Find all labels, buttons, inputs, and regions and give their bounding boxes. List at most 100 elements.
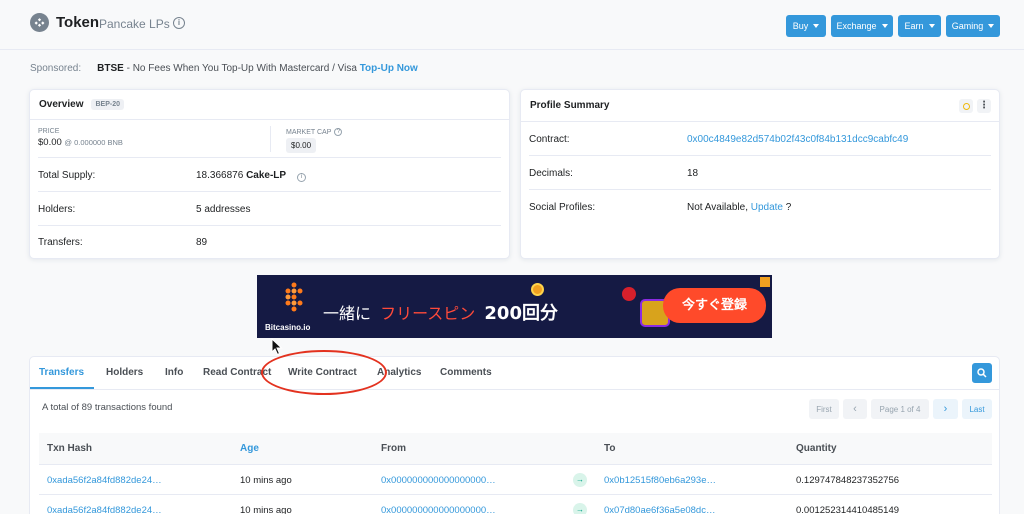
market-cap-label: MARKET CAP bbox=[286, 128, 332, 136]
tabs-divider bbox=[30, 389, 999, 390]
total-supply-label: Total Supply: bbox=[38, 170, 96, 181]
page-header: Token Pancake LPs i Buy Exchange Earn Ga… bbox=[0, 0, 1024, 50]
sponsor-brand: BTSE bbox=[97, 63, 124, 74]
chevron-down-icon bbox=[813, 24, 820, 28]
from-address-link[interactable]: 0x000000000000000000… bbox=[381, 475, 496, 486]
exchange-menu-label: Exchange bbox=[836, 21, 877, 31]
buy-menu-button[interactable]: Buy bbox=[786, 15, 826, 37]
txn-hash-link[interactable]: 0xada56f2a84fd882de24… bbox=[47, 475, 162, 486]
col-age[interactable]: Age bbox=[240, 443, 259, 454]
active-tab-indicator bbox=[30, 387, 94, 389]
last-page-button[interactable]: Last bbox=[962, 399, 992, 419]
mouse-cursor-icon bbox=[271, 337, 283, 359]
earn-menu-label: Earn bbox=[904, 21, 924, 31]
to-address-link[interactable]: 0x07d80ae6f36a5e08dc… bbox=[604, 505, 715, 514]
token-tabs-card: Transfers Holders Info Read Contract Wri… bbox=[29, 356, 1000, 514]
token-standard-badge: BEP-20 bbox=[91, 99, 124, 110]
more-options-icon[interactable]: ⋮ bbox=[977, 99, 991, 113]
market-cap-value: $0.00 bbox=[286, 138, 317, 153]
tab-info[interactable]: Info bbox=[165, 367, 183, 378]
earn-menu-button[interactable]: Earn bbox=[898, 15, 941, 37]
gaming-menu-button[interactable]: Gaming bbox=[946, 15, 1000, 37]
arrow-right-icon: → bbox=[573, 473, 587, 487]
holders-label: Holders: bbox=[38, 204, 76, 215]
chevron-down-icon bbox=[988, 24, 995, 28]
social-profiles-value: Not Available, bbox=[687, 202, 748, 213]
settings-icon[interactable] bbox=[959, 99, 973, 113]
ad-choices-icon[interactable] bbox=[760, 277, 770, 287]
token-logo-icon bbox=[30, 13, 49, 32]
price-label: PRICE bbox=[38, 128, 60, 135]
transfers-value: 89 bbox=[196, 237, 208, 248]
profile-header: Profile Summary bbox=[521, 90, 999, 122]
total-supply-row: Total Supply: 18.366876 Cake-LP i bbox=[38, 158, 501, 192]
col-quantity: Quantity bbox=[796, 443, 837, 454]
col-txn-hash: Txn Hash bbox=[47, 443, 93, 454]
buy-menu-label: Buy bbox=[792, 21, 809, 31]
arrow-right-icon: → bbox=[573, 503, 587, 514]
contract-address-link[interactable]: 0x00c4849e82d574b02f43c0f84b131dcc9cabfc… bbox=[687, 134, 908, 145]
coin-icon bbox=[531, 283, 544, 296]
ad-banner[interactable]: Bitcasino.io 一緒に フリースピン 200回分 今すぐ登録 bbox=[257, 275, 772, 338]
total-supply-value: 18.366876 bbox=[196, 170, 244, 181]
search-button[interactable] bbox=[972, 363, 992, 383]
question-icon[interactable]: ? bbox=[334, 128, 343, 136]
chevron-down-icon bbox=[928, 24, 935, 28]
holders-row: Holders: 5 addresses bbox=[38, 192, 501, 226]
transfers-row: Transfers: 89 bbox=[38, 226, 501, 258]
sponsor-text: - No Fees When You Top-Up With Mastercar… bbox=[123, 63, 360, 74]
info-icon[interactable]: i bbox=[296, 173, 306, 182]
contract-label: Contract: bbox=[529, 134, 570, 145]
social-profiles-row: Social Profiles: Not Available, Update ? bbox=[529, 190, 991, 224]
total-supply-unit: Cake-LP bbox=[246, 170, 287, 181]
ad-cta-button[interactable]: 今すぐ登録 bbox=[663, 288, 766, 323]
bitcasino-logo-icon bbox=[279, 281, 309, 320]
ad-text-freespin: フリースピン bbox=[380, 304, 476, 323]
txn-age: 10 mins ago bbox=[240, 475, 292, 486]
price-divider bbox=[270, 126, 271, 152]
gaming-menu-label: Gaming bbox=[951, 21, 984, 31]
txn-age: 10 mins ago bbox=[240, 505, 292, 514]
price-block: PRICE $0.00 @ 0.000000 BNB bbox=[38, 128, 123, 148]
profile-summary-card: Profile Summary ⋮ Contract: 0x00c4849e82… bbox=[520, 89, 1000, 259]
prev-page-button[interactable]: ‹ bbox=[843, 399, 867, 419]
update-link[interactable]: Update bbox=[751, 202, 783, 213]
holders-value: 5 addresses bbox=[196, 204, 251, 215]
next-page-button[interactable]: › bbox=[933, 399, 958, 419]
sponsor-link[interactable]: Top-Up Now bbox=[360, 63, 418, 74]
col-to: To bbox=[604, 443, 616, 454]
info-icon[interactable]: i bbox=[173, 17, 185, 29]
profile-title: Profile Summary bbox=[530, 100, 610, 111]
first-page-button[interactable]: First bbox=[809, 399, 839, 419]
overview-header: Overview BEP-20 bbox=[30, 90, 509, 120]
decimals-value: 18 bbox=[687, 168, 699, 179]
social-profiles-label: Social Profiles: bbox=[529, 202, 596, 213]
ad-text-count: 200回分 bbox=[484, 303, 558, 324]
table-header-bg bbox=[39, 433, 992, 465]
to-address-link[interactable]: 0x0b12515f80eb6a293e… bbox=[604, 475, 716, 486]
contract-row: Contract: 0x00c4849e82d574b02f43c0f84b13… bbox=[529, 122, 991, 156]
overview-card: Overview BEP-20 PRICE $0.00 @ 0.000000 B… bbox=[29, 89, 510, 259]
token-name: Pancake LPs bbox=[99, 17, 170, 31]
tab-transfers[interactable]: Transfers bbox=[39, 367, 84, 378]
cherry-icon bbox=[622, 287, 636, 301]
market-cap-block: MARKET CAP ? $0.00 bbox=[286, 128, 343, 153]
quantity-value: 0.129747848237352756 bbox=[796, 475, 900, 486]
ad-text-jp: 一緒に bbox=[323, 304, 372, 323]
transfers-label: Transfers: bbox=[38, 237, 83, 248]
price-bnb: @ 0.000000 BNB bbox=[64, 138, 123, 147]
tab-comments[interactable]: Comments bbox=[440, 367, 492, 378]
decimals-row: Decimals: 18 bbox=[529, 156, 991, 190]
from-address-link[interactable]: 0x000000000000000000… bbox=[381, 505, 496, 514]
chevron-down-icon bbox=[881, 24, 888, 28]
ad-brand: Bitcasino.io bbox=[265, 323, 311, 332]
txn-hash-link[interactable]: 0xada56f2a84fd882de24… bbox=[47, 505, 162, 514]
page-indicator: Page 1 of 4 bbox=[871, 399, 929, 419]
overview-title: Overview bbox=[39, 99, 84, 110]
tab-holders[interactable]: Holders bbox=[106, 367, 143, 378]
col-from: From bbox=[381, 443, 406, 454]
price-value: $0.00 bbox=[38, 137, 62, 148]
sponsored-label: Sponsored: bbox=[30, 63, 82, 74]
transactions-summary: A total of 89 transactions found bbox=[42, 402, 173, 413]
exchange-menu-button[interactable]: Exchange bbox=[831, 15, 893, 37]
